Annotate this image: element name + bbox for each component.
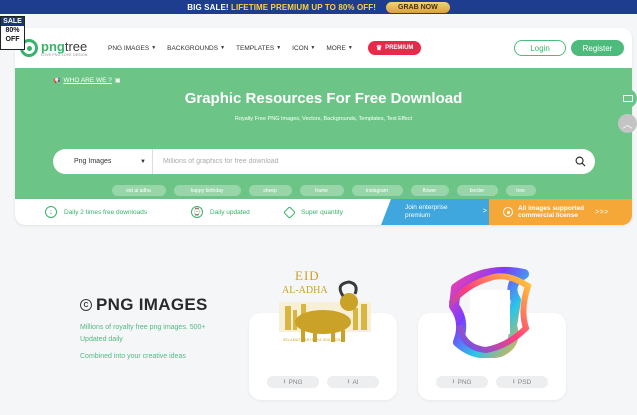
hero-title: Graphic Resources For Free Download [184, 90, 463, 107]
crown-icon: ♛ [375, 45, 383, 52]
format-buttons: ⭳ PNG ⭳ AI [249, 376, 397, 388]
license-line2: commercial license [518, 212, 578, 219]
sale-badge-off: OFF [5, 36, 20, 43]
chevron-up-icon: ︿ [622, 120, 633, 131]
download-ai-button[interactable]: ⭳ AI [327, 376, 379, 388]
download-png-button[interactable]: ⭳ PNG [436, 376, 488, 388]
who-are-we-link[interactable]: 📢 WHO ARE WE ? ▣ [53, 77, 121, 84]
sale-badge-title: SALE [1, 17, 24, 26]
promo-bar[interactable]: BIG SALE! LIFETIME PREMIUM UP TO 80% OFF… [0, 0, 637, 14]
nav-icon[interactable]: ICON ▼ [292, 45, 315, 52]
features-strip: ↓ Daily 2 times free downloads ⌚ Daily u… [15, 199, 632, 225]
search-type-select[interactable]: Png Images ▼ [53, 149, 153, 174]
page: BIG SALE! LIFETIME PREMIUM UP TO 80% OFF… [0, 0, 637, 415]
scroll-top-button[interactable]: ︿ [618, 114, 637, 133]
auth-buttons: Login Register [514, 40, 624, 56]
layers-icon [283, 205, 296, 219]
hero-subtitle: Royalty Free PNG Images, Vectors, Backgr… [234, 116, 413, 122]
mail-icon [622, 95, 633, 102]
premium-label: PREMIUM [385, 45, 414, 51]
license-icon [503, 207, 513, 217]
main-nav: PNG IMAGES ▼ BACKGROUNDS ▼ TEMPLATES ▼ ICON… [108, 41, 422, 55]
chevron-down-icon: ▼ [220, 45, 226, 51]
ribbon-frame-illustration [449, 266, 532, 358]
tag[interactable]: frame [299, 185, 344, 196]
sale-badge[interactable]: SALE 80% OFF [0, 16, 25, 50]
nav-png-images[interactable]: PNG IMAGES ▼ [108, 45, 156, 52]
header: pngtree LOVE PNG LOVE DESIGN PNG IMAGES ▼… [15, 28, 632, 68]
download-icon: ⭳ [452, 379, 455, 385]
license-banner[interactable]: All images supported commercial license … [489, 199, 632, 225]
logo[interactable]: pngtree LOVE PNG LOVE DESIGN [20, 39, 100, 57]
chevron-down-icon: ▼ [347, 45, 353, 51]
megaphone-icon: 📢 [53, 78, 61, 84]
download-psd-button[interactable]: ⭳ PSD [496, 376, 548, 388]
chevron-down-icon: ▼ [276, 45, 282, 51]
sale-badge-percent: 80% [5, 27, 20, 34]
play-icon: ▣ [114, 78, 121, 84]
download-icon: ↓ [45, 206, 57, 218]
tag[interactable]: tree [505, 185, 536, 196]
download-icon: ⭳ [512, 379, 515, 385]
clock-icon: ⌚ [191, 206, 203, 218]
section-title: PNG IMAGES [96, 295, 208, 314]
popular-tags: eid al adha happy birthday sheep frame i… [15, 185, 632, 196]
tag[interactable]: sheep [248, 185, 292, 196]
tag[interactable]: flower [410, 185, 449, 196]
feature-downloads: ↓ Daily 2 times free downloads [45, 206, 147, 218]
copyright-icon: C [80, 299, 92, 311]
download-png-button[interactable]: ⭳ PNG [267, 376, 319, 388]
eid-art-subtitle: AL-ADHA [282, 285, 328, 296]
promo-big-sale: BIG SALE! [187, 2, 229, 12]
premium-button[interactable]: ♛ PREMIUM [367, 41, 422, 55]
download-icon: ⭳ [283, 379, 286, 385]
enterprise-line2: premium [405, 212, 431, 219]
grab-now-button[interactable]: GRAB NOW [386, 1, 450, 13]
eid-art-title: EID [295, 268, 320, 283]
contact-button[interactable] [618, 89, 637, 108]
tag[interactable]: happy birthday [173, 185, 241, 196]
section-tagline: Combined into your creative ideas [80, 353, 186, 360]
arrows-right-icon: >>> [595, 208, 609, 216]
section-heading: C PNG IMAGES [80, 295, 208, 315]
promo-lifetime: LIFETIME PREMIUM UP TO 80% OFF! [230, 2, 377, 12]
search-button[interactable] [565, 156, 595, 167]
register-button[interactable]: Register [571, 40, 624, 56]
chevron-down-icon: ▼ [310, 45, 316, 51]
promo-text: BIG SALE! LIFETIME PREMIUM UP TO 80% OFF… [187, 3, 376, 12]
logo-tagline: LOVE PNG LOVE DESIGN [41, 52, 88, 57]
download-icon: ⭳ [347, 379, 350, 385]
section-description: Millions of royalty free png images. 500… [80, 324, 206, 343]
caret-down-icon: ▼ [140, 158, 146, 165]
tag[interactable]: instagram [351, 185, 403, 196]
enterprise-line1: Join enterprise [405, 204, 448, 211]
enterprise-banner[interactable]: Join enterprise premium > [381, 199, 489, 225]
login-button[interactable]: Login [514, 40, 566, 56]
format-buttons: ⭳ PNG ⭳ PSD [418, 376, 566, 388]
hero-card: pngtree LOVE PNG LOVE DESIGN PNG IMAGES ▼… [15, 28, 632, 225]
nav-more[interactable]: MORE ▼ [326, 45, 352, 52]
license-line1: All images supported [518, 204, 585, 212]
chevron-down-icon: ▼ [151, 45, 157, 51]
feature-updated: ⌚ Daily updated [191, 206, 250, 218]
search-icon [575, 156, 586, 167]
tag[interactable]: eid al adha [111, 185, 166, 196]
nav-backgrounds[interactable]: BACKGROUNDS ▼ [167, 45, 225, 52]
logo-name: pngtree [41, 38, 88, 54]
search-input[interactable] [153, 149, 565, 174]
arrow-right-icon: > [482, 208, 487, 215]
search-bar: Png Images ▼ [53, 149, 595, 174]
tag[interactable]: border [456, 185, 498, 196]
eid-art-caption: SELAMAT HARI RAYA IDUL ADHA [283, 338, 343, 342]
nav-templates[interactable]: TEMPLATES ▼ [236, 45, 281, 52]
feature-quality: Super quantity [283, 205, 343, 219]
